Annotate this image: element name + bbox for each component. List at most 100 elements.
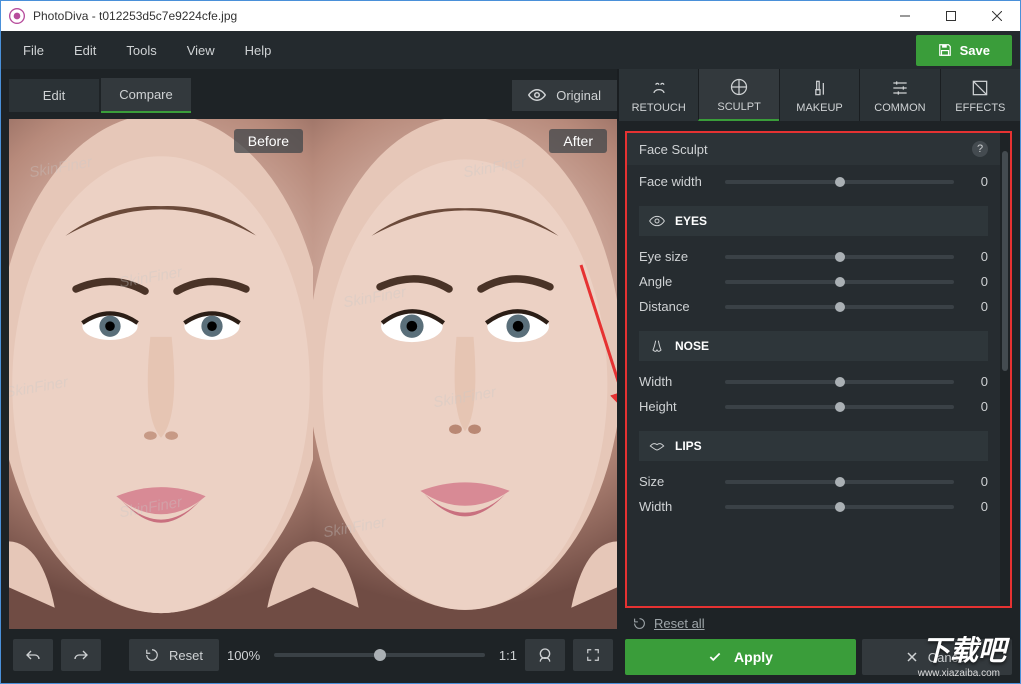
sculpt-icon xyxy=(729,77,749,97)
workspace: Edit Compare Original xyxy=(1,69,617,683)
reset-all-link[interactable]: Reset all xyxy=(625,614,1012,633)
slider-track[interactable] xyxy=(725,280,954,284)
save-button-label: Save xyxy=(960,43,990,58)
slider-track[interactable] xyxy=(725,305,954,309)
sculpt-scroll: Face Sculpt ? Face width 0 EYES xyxy=(627,133,1000,606)
eye-icon xyxy=(528,89,546,101)
slider-thumb[interactable] xyxy=(835,252,845,262)
apply-row: Apply Cancel xyxy=(625,639,1012,675)
window-title: PhotoDiva - t012253d5c7e9224cfe.jpg xyxy=(33,9,882,23)
view-toolbar: Edit Compare Original xyxy=(9,77,617,113)
help-button[interactable]: ? xyxy=(972,141,988,157)
slider-nose-width: Width 0 xyxy=(639,369,988,394)
slider-track[interactable] xyxy=(725,505,954,509)
tab-common[interactable]: COMMON xyxy=(859,69,939,121)
fullscreen-icon xyxy=(586,648,600,662)
slider-track[interactable] xyxy=(725,180,954,184)
slider-eye-size: Eye size 0 xyxy=(639,244,988,269)
slider-track[interactable] xyxy=(725,380,954,384)
save-icon xyxy=(938,43,952,57)
zoom-slider-thumb[interactable] xyxy=(374,649,386,661)
window-minimize-button[interactable] xyxy=(882,1,928,31)
makeup-icon xyxy=(810,78,830,98)
menu-edit[interactable]: Edit xyxy=(60,37,110,64)
group-lips[interactable]: LIPS xyxy=(639,431,988,461)
apply-button[interactable]: Apply xyxy=(625,639,856,675)
slider-nose-height: Height 0 xyxy=(639,394,988,419)
tab-makeup[interactable]: MAKEUP xyxy=(779,69,859,121)
slider-value: 0 xyxy=(964,174,988,189)
effects-icon xyxy=(970,78,990,98)
tab-sculpt[interactable]: SCULPT xyxy=(698,69,778,121)
slider-thumb[interactable] xyxy=(835,277,845,287)
reset-label: Reset xyxy=(169,648,203,663)
bottom-toolbar: Reset 100% 1:1 xyxy=(9,635,617,675)
app-body: Edit Compare Original xyxy=(1,69,1020,683)
save-button[interactable]: Save xyxy=(916,35,1012,66)
mode-tabs: RETOUCH SCULPT MAKEUP COMMON EFFECTS xyxy=(617,69,1020,121)
panel-title: Face Sculpt xyxy=(639,142,708,157)
redo-button[interactable] xyxy=(61,639,101,671)
right-panel: RETOUCH SCULPT MAKEUP COMMON EFFECTS xyxy=(617,69,1020,683)
slider-track[interactable] xyxy=(725,255,954,259)
window-maximize-button[interactable] xyxy=(928,1,974,31)
menu-tools[interactable]: Tools xyxy=(112,37,170,64)
menu-bar: File Edit Tools View Help Save xyxy=(1,31,1020,69)
scrollbar-thumb[interactable] xyxy=(1002,151,1008,371)
cancel-button[interactable]: Cancel xyxy=(862,639,1012,675)
panel-scrollbar[interactable] xyxy=(1000,133,1010,606)
retouch-icon xyxy=(649,78,669,98)
before-face-image xyxy=(9,119,313,629)
undo-icon xyxy=(25,649,41,661)
menu-file[interactable]: File xyxy=(9,37,58,64)
window-close-button[interactable] xyxy=(974,1,1020,31)
original-toggle[interactable]: Original xyxy=(512,80,617,111)
common-icon xyxy=(890,78,910,98)
original-toggle-label: Original xyxy=(556,88,601,103)
panel-title-row: Face Sculpt ? xyxy=(627,133,1000,165)
before-pane[interactable]: SkinFiner SkinFiner SkinFiner SkinFiner … xyxy=(9,119,313,629)
eyes-icon xyxy=(649,214,665,228)
slider-thumb[interactable] xyxy=(835,477,845,487)
reset-button[interactable]: Reset xyxy=(129,639,219,671)
redo-icon xyxy=(73,649,89,661)
slider-lips-width: Width 0 xyxy=(639,494,988,519)
group-nose[interactable]: NOSE xyxy=(639,331,988,361)
face-nav-button[interactable] xyxy=(525,639,565,671)
slider-thumb[interactable] xyxy=(835,502,845,512)
slider-track[interactable] xyxy=(725,480,954,484)
reset-icon xyxy=(145,648,159,662)
slider-thumb[interactable] xyxy=(835,177,845,187)
undo-button[interactable] xyxy=(13,639,53,671)
close-icon xyxy=(906,651,918,663)
tab-effects[interactable]: EFFECTS xyxy=(940,69,1020,121)
slider-thumb[interactable] xyxy=(835,302,845,312)
face-icon xyxy=(537,647,553,663)
window-titlebar: PhotoDiva - t012253d5c7e9224cfe.jpg xyxy=(1,1,1020,31)
menu-help[interactable]: Help xyxy=(231,37,286,64)
slider-label: Face width xyxy=(639,174,715,189)
reset-all-icon xyxy=(633,617,646,630)
zoom-control: 100% 1:1 xyxy=(227,648,517,663)
after-pane[interactable]: SkinFiner SkinFiner SkinFiner SkinFiner … xyxy=(313,119,617,629)
zoom-slider[interactable] xyxy=(274,653,485,657)
tab-edit[interactable]: Edit xyxy=(9,79,99,112)
menu-view[interactable]: View xyxy=(173,37,229,64)
sculpt-panel: Face Sculpt ? Face width 0 EYES xyxy=(617,121,1020,683)
zoom-value: 100% xyxy=(227,648,260,663)
app-logo-icon xyxy=(9,8,25,24)
fullscreen-button[interactable] xyxy=(573,639,613,671)
tab-retouch[interactable]: RETOUCH xyxy=(618,69,698,121)
after-label: After xyxy=(549,129,607,153)
slider-thumb[interactable] xyxy=(835,377,845,387)
after-face-image xyxy=(313,119,617,629)
sculpt-panel-box: Face Sculpt ? Face width 0 EYES xyxy=(625,131,1012,608)
tab-compare[interactable]: Compare xyxy=(101,78,191,113)
before-label: Before xyxy=(234,129,303,153)
slider-thumb[interactable] xyxy=(835,402,845,412)
zoom-ratio[interactable]: 1:1 xyxy=(499,648,517,663)
slider-track[interactable] xyxy=(725,405,954,409)
group-eyes[interactable]: EYES xyxy=(639,206,988,236)
slider-face-width: Face width 0 xyxy=(639,169,988,194)
slider-eye-distance: Distance 0 xyxy=(639,294,988,319)
